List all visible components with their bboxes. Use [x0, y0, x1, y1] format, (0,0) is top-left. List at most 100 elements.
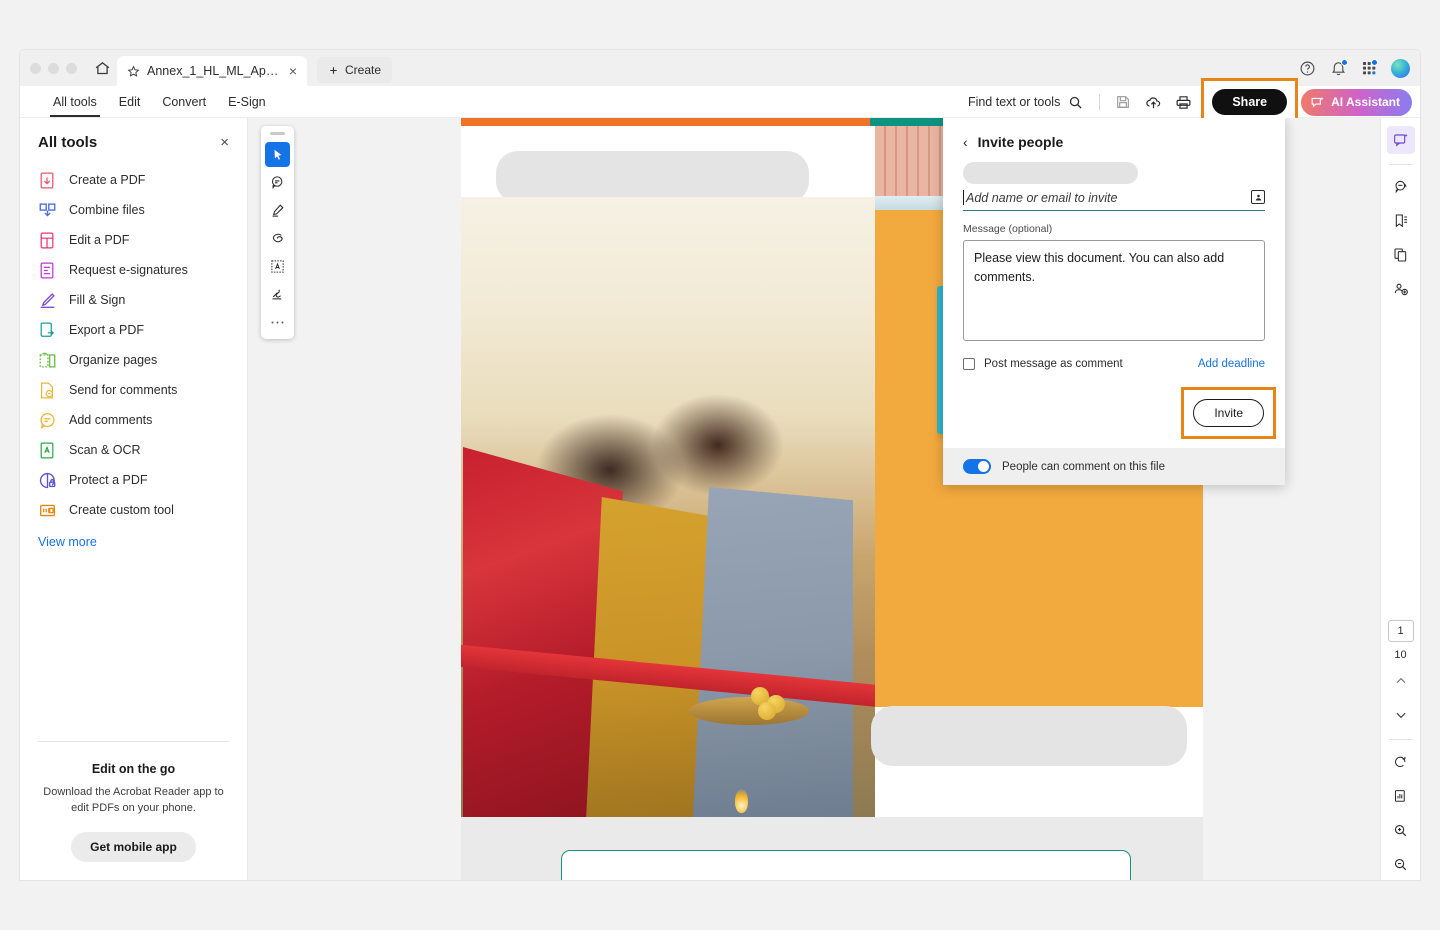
page-up-icon[interactable] [1387, 667, 1415, 695]
sidebar-header: All tools × [20, 128, 247, 165]
page-view-icon[interactable] [1387, 782, 1415, 810]
document-hero-photo [461, 197, 886, 817]
ai-assistant-button[interactable]: AI Assistant [1301, 88, 1412, 116]
text-select-tool-icon[interactable] [265, 254, 290, 279]
highlight-tool-icon[interactable] [265, 198, 290, 223]
notifications-icon[interactable] [1330, 58, 1348, 77]
sidebar-item-label: Create custom tool [69, 503, 174, 517]
sidebar-item-request-e-signatures[interactable]: Request e-signatures [20, 255, 247, 285]
message-label: Message (optional) [963, 223, 1053, 235]
stamp-tool-icon[interactable] [265, 282, 290, 307]
tab-close-icon[interactable]: × [287, 64, 299, 78]
address-book-icon[interactable] [1251, 190, 1265, 204]
sidebar-item-combine-files[interactable]: Combine files [20, 195, 247, 225]
upload-cloud-icon[interactable] [1138, 88, 1168, 116]
redacted-placeholder-title [496, 151, 809, 203]
sidebar-item-create-a-pdf[interactable]: Create a PDF [20, 165, 247, 195]
window-controls [28, 50, 87, 86]
tab-all-tools-label: All tools [53, 94, 97, 109]
print-icon[interactable] [1168, 88, 1198, 116]
document-tab[interactable]: Annex_1_HL_ML_Appl... × [117, 56, 307, 86]
comment-tool-icon[interactable] [265, 170, 290, 195]
sidebar-item-label: Fill & Sign [69, 293, 126, 307]
sidebar-item-edit-a-pdf[interactable]: Edit a PDF [20, 225, 247, 255]
window-close-button[interactable] [30, 62, 41, 74]
photo-sweet [758, 702, 776, 720]
sidebar-title: All tools [38, 134, 98, 151]
create-pdf-icon [38, 171, 56, 189]
sidebar-item-scan-and-ocr[interactable]: Scan & OCR [20, 435, 247, 465]
sidebar-item-add-comments[interactable]: Add comments [20, 405, 247, 435]
invite-people-panel: ‹ Invite people Add name or email to inv… [943, 118, 1285, 485]
redacted-account-chip [963, 162, 1138, 184]
share-file-icon[interactable] [1387, 275, 1415, 303]
create-custom-tool-icon [38, 501, 56, 519]
sidebar-item-send-for-comments[interactable]: Send for comments [20, 375, 247, 405]
promo-heading: Edit on the go [91, 762, 176, 777]
star-icon[interactable] [127, 65, 140, 78]
get-mobile-app-button[interactable]: Get mobile app [71, 832, 196, 862]
rail-divider [1388, 164, 1413, 165]
more-tools-icon[interactable] [265, 310, 290, 335]
find-label: Find text or tools [967, 95, 1061, 109]
rotate-icon[interactable] [1387, 748, 1415, 776]
request-esign-icon [38, 261, 56, 279]
share-button-highlight: Share [1201, 78, 1299, 126]
find-text-or-tools[interactable]: Find text or tools [968, 95, 1091, 110]
tab-title: Annex_1_HL_ML_Appl... [147, 64, 280, 78]
invite-panel-header: ‹ Invite people [963, 134, 1265, 150]
view-more-link[interactable]: View more [20, 525, 247, 549]
sidebar-item-fill-and-sign[interactable]: Fill & Sign [20, 285, 247, 315]
tab-convert-label: Convert [162, 94, 207, 109]
save-icon[interactable] [1108, 88, 1138, 116]
tab-edit[interactable]: Edit [108, 86, 152, 117]
all-tools-sidebar: All tools × Create a PDF Combine files E… [20, 118, 248, 880]
invite-panel-title: Invite people [977, 134, 1064, 150]
sidebar-item-create-custom-tool[interactable]: Create custom tool [20, 495, 247, 525]
invite-button[interactable]: Invite [1193, 399, 1264, 427]
tab-convert[interactable]: Convert [151, 86, 217, 117]
avatar[interactable] [1391, 58, 1410, 78]
home-icon[interactable] [87, 53, 117, 83]
right-rail: 1 10 [1380, 118, 1420, 880]
invite-options-row: Post message as comment Add deadline [963, 358, 1265, 370]
invite-panel-body: ‹ Invite people Add name or email to inv… [943, 118, 1285, 382]
window-maximize-button[interactable] [66, 62, 77, 74]
toggle-knob [978, 461, 989, 472]
photo-thali [689, 697, 809, 725]
apps-badge [1371, 59, 1378, 66]
post-message-as-comment-checkbox[interactable]: Post message as comment [963, 358, 1123, 370]
zoom-in-icon[interactable] [1387, 816, 1415, 844]
checkbox-box[interactable] [963, 358, 975, 370]
tab-all-tools[interactable]: All tools [42, 86, 108, 117]
back-icon[interactable]: ‹ [963, 134, 968, 150]
share-button[interactable]: Share [1212, 89, 1288, 115]
help-icon[interactable] [1299, 60, 1316, 77]
ai-assistant-panel-icon[interactable] [1386, 126, 1415, 154]
window-minimize-button[interactable] [48, 62, 59, 74]
select-tool-icon[interactable] [265, 142, 290, 167]
add-deadline-link[interactable]: Add deadline [1198, 358, 1265, 370]
comment-permission-toggle[interactable] [963, 459, 991, 474]
page-number-input[interactable]: 1 [1387, 620, 1414, 642]
page-thumbnails-icon[interactable] [1387, 241, 1415, 269]
close-icon[interactable]: × [220, 134, 229, 151]
comments-panel-icon[interactable] [1387, 173, 1415, 201]
sidebar-item-protect-a-pdf[interactable]: Protect a PDF [20, 465, 247, 495]
bookmarks-panel-icon[interactable] [1387, 207, 1415, 235]
sidebar-item-export-a-pdf[interactable]: Export a PDF [20, 315, 247, 345]
draw-tool-icon[interactable] [265, 226, 290, 251]
sidebar-item-label: Protect a PDF [69, 473, 148, 487]
page-down-icon[interactable] [1387, 701, 1415, 729]
sidebar-item-organize-pages[interactable]: Organize pages [20, 345, 247, 375]
apps-grid-icon[interactable] [1361, 59, 1378, 76]
search-icon[interactable] [1068, 95, 1083, 110]
ai-assistant-label: AI Assistant [1331, 95, 1400, 109]
tab-esign[interactable]: E-Sign [217, 86, 277, 117]
message-textarea[interactable] [963, 240, 1265, 341]
toolbar-drag-handle[interactable] [270, 132, 285, 135]
zoom-out-icon[interactable] [1387, 850, 1415, 878]
new-tab-create-button[interactable]: Create [317, 57, 393, 83]
invite-recipient-field[interactable]: Add name or email to invite [963, 190, 1265, 211]
photo-shirt [693, 487, 853, 817]
